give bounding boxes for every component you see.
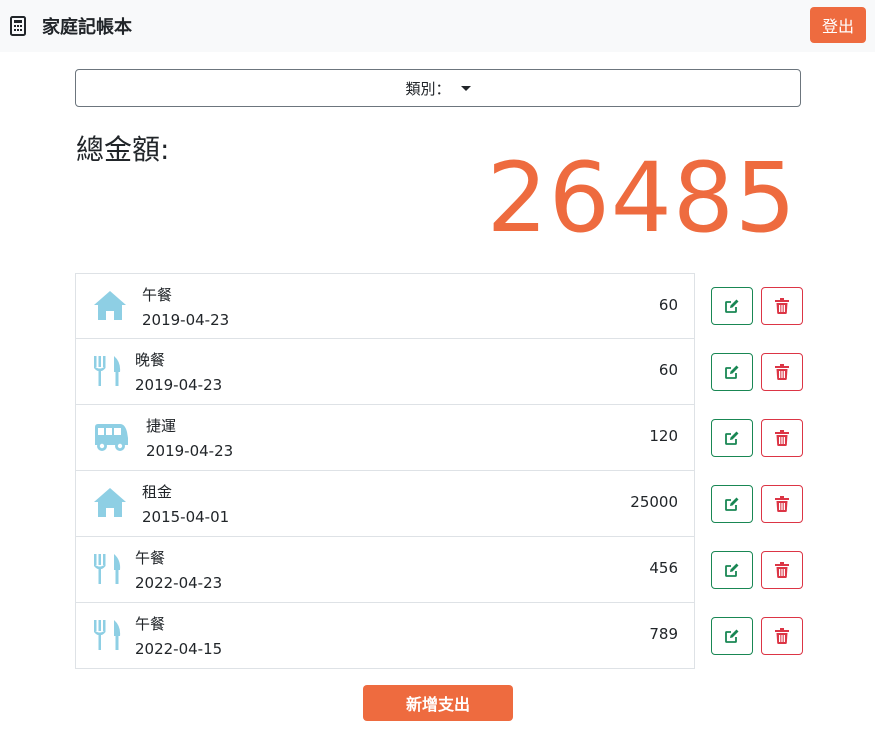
expense-name: 租金: [142, 483, 173, 501]
house-icon: [92, 289, 128, 323]
expense-date: 2022-04-15: [135, 640, 223, 658]
app-title: 家庭記帳本: [42, 17, 132, 38]
utensils-icon: [92, 552, 128, 586]
expense-text: 午餐 2019-04-23: [142, 284, 229, 331]
trash-icon: [775, 364, 789, 380]
edit-button[interactable]: [711, 287, 753, 325]
expense-name: 午餐: [135, 549, 166, 567]
edit-icon: [724, 430, 740, 446]
expense-row[interactable]: 租金 2015-04-01 25000: [75, 471, 695, 537]
expense-date: 2019-04-23: [146, 442, 234, 460]
brand[interactable]: 家庭記帳本: [8, 12, 132, 40]
expense-name: 午餐: [135, 615, 166, 633]
utensils-icon: [92, 618, 128, 652]
expense-amount: 60: [658, 361, 678, 379]
expense-amount: 120: [649, 427, 678, 445]
add-expense-button[interactable]: 新增支出: [363, 685, 513, 721]
edit-button[interactable]: [711, 617, 753, 655]
expense-date: 2019-04-23: [142, 311, 230, 329]
edit-icon: [724, 628, 740, 644]
house-icon: [92, 486, 128, 520]
category-dropdown[interactable]: 類別：: [75, 69, 801, 107]
edit-icon: [724, 298, 740, 314]
expense-row[interactable]: 晚餐 2019-04-23 60: [75, 339, 695, 405]
bus-icon: [92, 420, 128, 454]
trash-icon: [775, 496, 789, 512]
calculator-icon: [8, 16, 28, 36]
expense-text: 午餐 2022-04-15: [135, 613, 222, 660]
expense-amount: 789: [649, 625, 678, 643]
edit-button[interactable]: [711, 353, 753, 391]
expense-date: 2019-04-23: [135, 376, 223, 394]
trash-icon: [775, 298, 789, 314]
edit-button[interactable]: [711, 551, 753, 589]
delete-button[interactable]: [761, 551, 803, 589]
expense-date: 2022-04-23: [135, 574, 223, 592]
logout-button[interactable]: 登出: [810, 7, 866, 43]
expense-amount: 25000: [630, 493, 678, 511]
expense-row[interactable]: 午餐 2022-04-15 789: [75, 603, 695, 669]
trash-icon: [775, 562, 789, 578]
navbar: 家庭記帳本 登出: [0, 0, 875, 52]
edit-icon: [724, 496, 740, 512]
trash-icon: [775, 430, 789, 446]
total-label: 總金額:: [76, 133, 170, 166]
edit-button[interactable]: [711, 419, 753, 457]
delete-button[interactable]: [761, 617, 803, 655]
expense-text: 租金 2015-04-01: [142, 481, 229, 528]
expense-name: 午餐: [142, 286, 173, 304]
expense-text: 午餐 2022-04-23: [135, 547, 222, 594]
expense-text: 捷運 2019-04-23: [146, 415, 233, 462]
category-dropdown-label: 類別：: [405, 79, 451, 98]
total-amount: 26485: [486, 142, 797, 254]
expense-row[interactable]: 午餐 2019-04-23 60: [75, 273, 695, 339]
delete-button[interactable]: [761, 485, 803, 523]
expense-name: 晚餐: [135, 351, 166, 369]
expense-text: 晚餐 2019-04-23: [135, 349, 222, 396]
edit-button[interactable]: [711, 485, 753, 523]
expense-amount: 456: [649, 559, 678, 577]
expense-row[interactable]: 捷運 2019-04-23 120: [75, 405, 695, 471]
trash-icon: [775, 628, 789, 644]
expense-row[interactable]: 午餐 2022-04-23 456: [75, 537, 695, 603]
caret-down-icon: [460, 85, 471, 91]
utensils-icon: [92, 354, 128, 388]
delete-button[interactable]: [761, 419, 803, 457]
delete-button[interactable]: [761, 287, 803, 325]
expense-date: 2015-04-01: [142, 508, 230, 526]
edit-icon: [724, 364, 740, 380]
delete-button[interactable]: [761, 353, 803, 391]
expense-amount: 60: [658, 296, 678, 314]
expense-list: 午餐 2019-04-23 60 晚餐 2019-04-23 60 捷運 2019-04-23…: [75, 273, 695, 669]
edit-icon: [724, 562, 740, 578]
expense-name: 捷運: [146, 417, 177, 435]
